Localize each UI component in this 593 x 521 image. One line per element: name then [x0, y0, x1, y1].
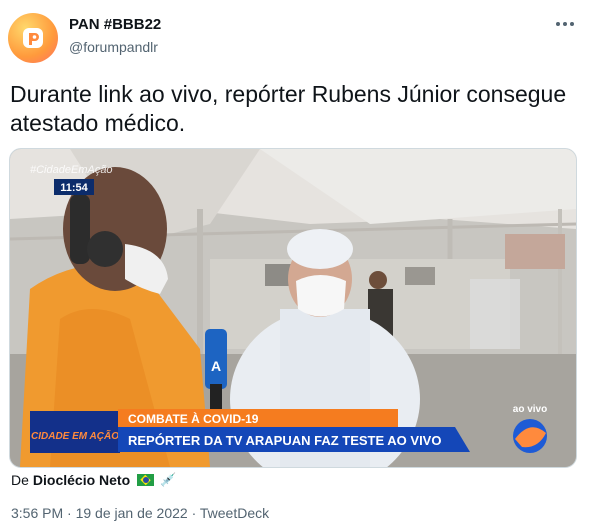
mic-label: A	[211, 358, 221, 374]
tweet: PAN #BBB22 @forumpandlr Durante link ao …	[0, 0, 593, 521]
attribution-prefix: De	[11, 472, 29, 488]
syringe-icon: 💉	[160, 472, 177, 487]
more-icon[interactable]	[553, 12, 577, 36]
attribution-name[interactable]: Dioclécio Neto	[33, 472, 130, 488]
show-logo: CIDADE EM AÇÃO	[31, 429, 119, 442]
channel-tag: #CidadeEmAção	[30, 164, 113, 176]
flag-icon	[137, 474, 155, 486]
lower-third-top: COMBATE À COVID-19	[128, 411, 259, 426]
tweet-text: Durante link ao vivo, repórter Rubens Jú…	[10, 81, 567, 136]
author-handle[interactable]: @forumpandlr	[69, 39, 158, 55]
lower-third-bottom: REPÓRTER DA TV ARAPUAN FAZ TESTE AO VIVO	[128, 433, 441, 448]
pan-logo	[23, 28, 43, 48]
video-clock: 11:54	[60, 182, 88, 194]
video-frame: A #CidadeEmAção 11:54 CIDADE EM AÇÃO COM…	[10, 149, 576, 467]
live-label: ao vivo	[513, 404, 547, 415]
tweet-video[interactable]: A #CidadeEmAção 11:54 CIDADE EM AÇÃO COM…	[9, 148, 577, 468]
attribution: De Dioclécio Neto 💉	[11, 472, 176, 488]
avatar[interactable]	[8, 13, 58, 63]
author-name[interactable]: PAN #BBB22	[69, 16, 161, 33]
